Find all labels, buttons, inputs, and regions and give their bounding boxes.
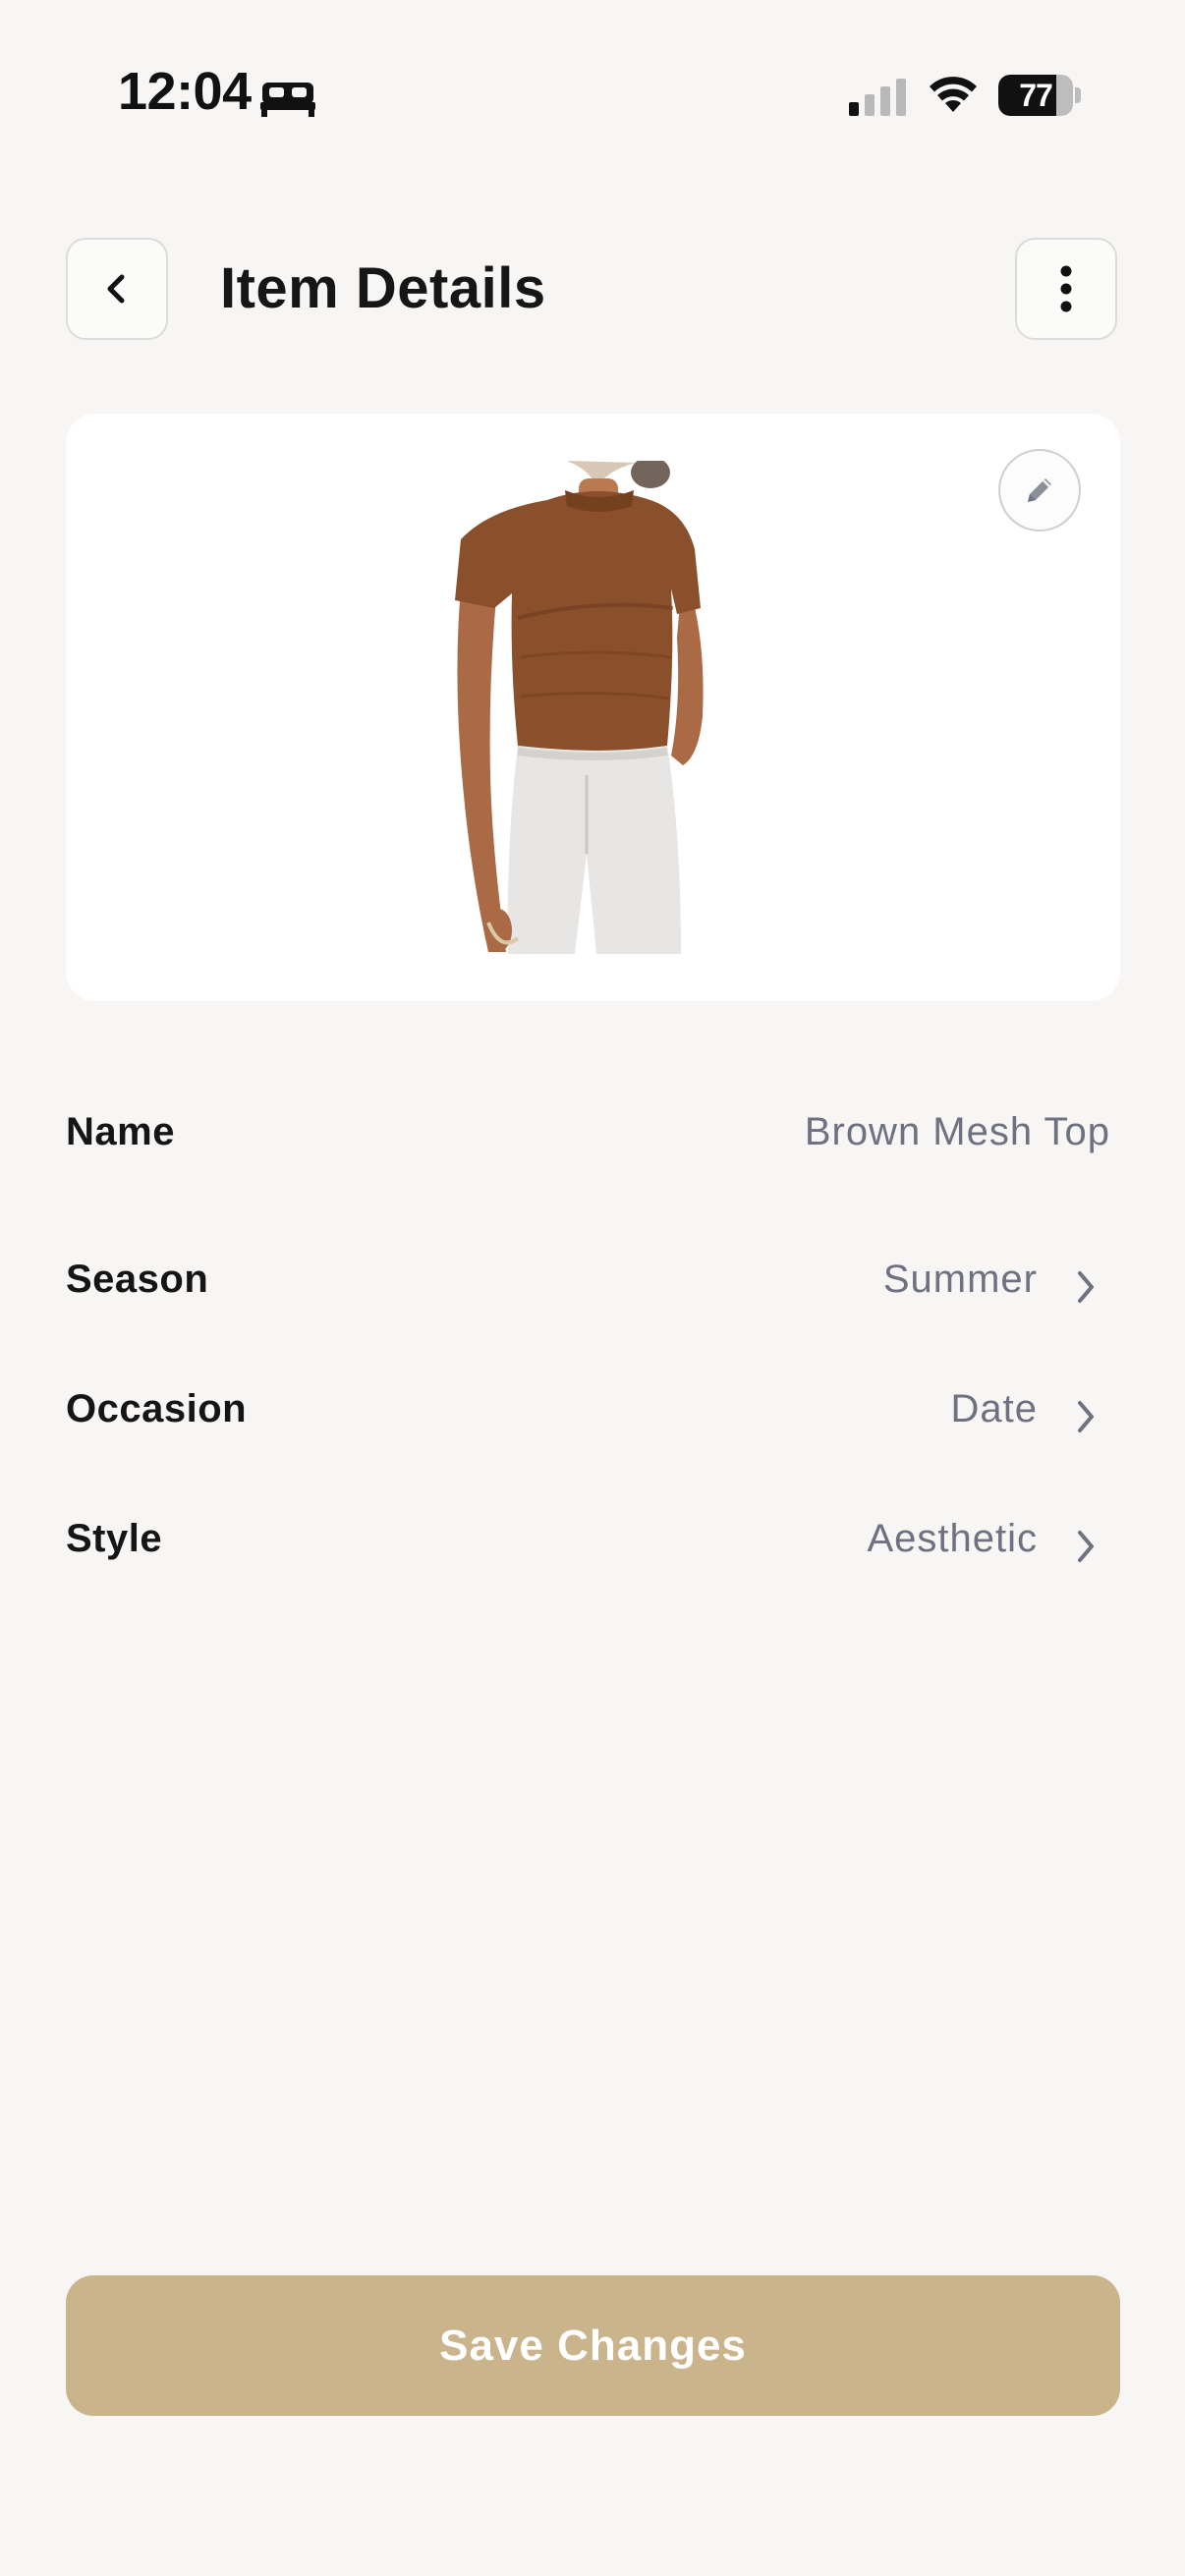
chevron-left-icon xyxy=(107,274,125,304)
wifi-icon xyxy=(930,77,977,112)
name-label: Name xyxy=(66,1110,175,1153)
chevron-right-icon xyxy=(1078,1401,1094,1432)
style-value: Aesthetic xyxy=(867,1517,1038,1560)
occasion-value: Date xyxy=(950,1387,1038,1430)
occasion-label: Occasion xyxy=(66,1387,248,1430)
occasion-row[interactable]: Occasion Date xyxy=(66,1375,1120,1454)
item-details-screen: 12:04 77 Item Details Name Brown Mesh To… xyxy=(0,0,1185,2576)
cellular-signal-icon xyxy=(849,79,906,116)
page-title: Item Details xyxy=(220,256,546,320)
item-photo[interactable] xyxy=(449,461,734,954)
back-button[interactable] xyxy=(66,238,168,340)
save-changes-button[interactable]: Save Changes xyxy=(66,2275,1120,2416)
season-row[interactable]: Season Summer xyxy=(66,1246,1120,1324)
season-value: Summer xyxy=(882,1258,1038,1301)
battery-indicator: 77 xyxy=(998,75,1081,116)
battery-level: 77 xyxy=(1019,78,1053,113)
name-value[interactable]: Brown Mesh Top xyxy=(805,1110,1110,1154)
style-row[interactable]: Style Aesthetic xyxy=(66,1505,1120,1584)
status-time: 12:04 xyxy=(118,62,252,121)
style-label: Style xyxy=(66,1517,163,1560)
more-vertical-icon xyxy=(1060,265,1072,312)
season-label: Season xyxy=(66,1258,209,1301)
more-options-button[interactable] xyxy=(1015,238,1117,340)
edit-image-button[interactable] xyxy=(998,449,1081,532)
pencil-icon xyxy=(1028,478,1051,502)
chevron-right-icon xyxy=(1078,1531,1094,1562)
chevron-right-icon xyxy=(1078,1271,1094,1303)
name-row[interactable]: Name Brown Mesh Top xyxy=(66,1098,1120,1177)
bed-icon xyxy=(260,83,315,117)
item-image-card xyxy=(66,414,1120,1001)
